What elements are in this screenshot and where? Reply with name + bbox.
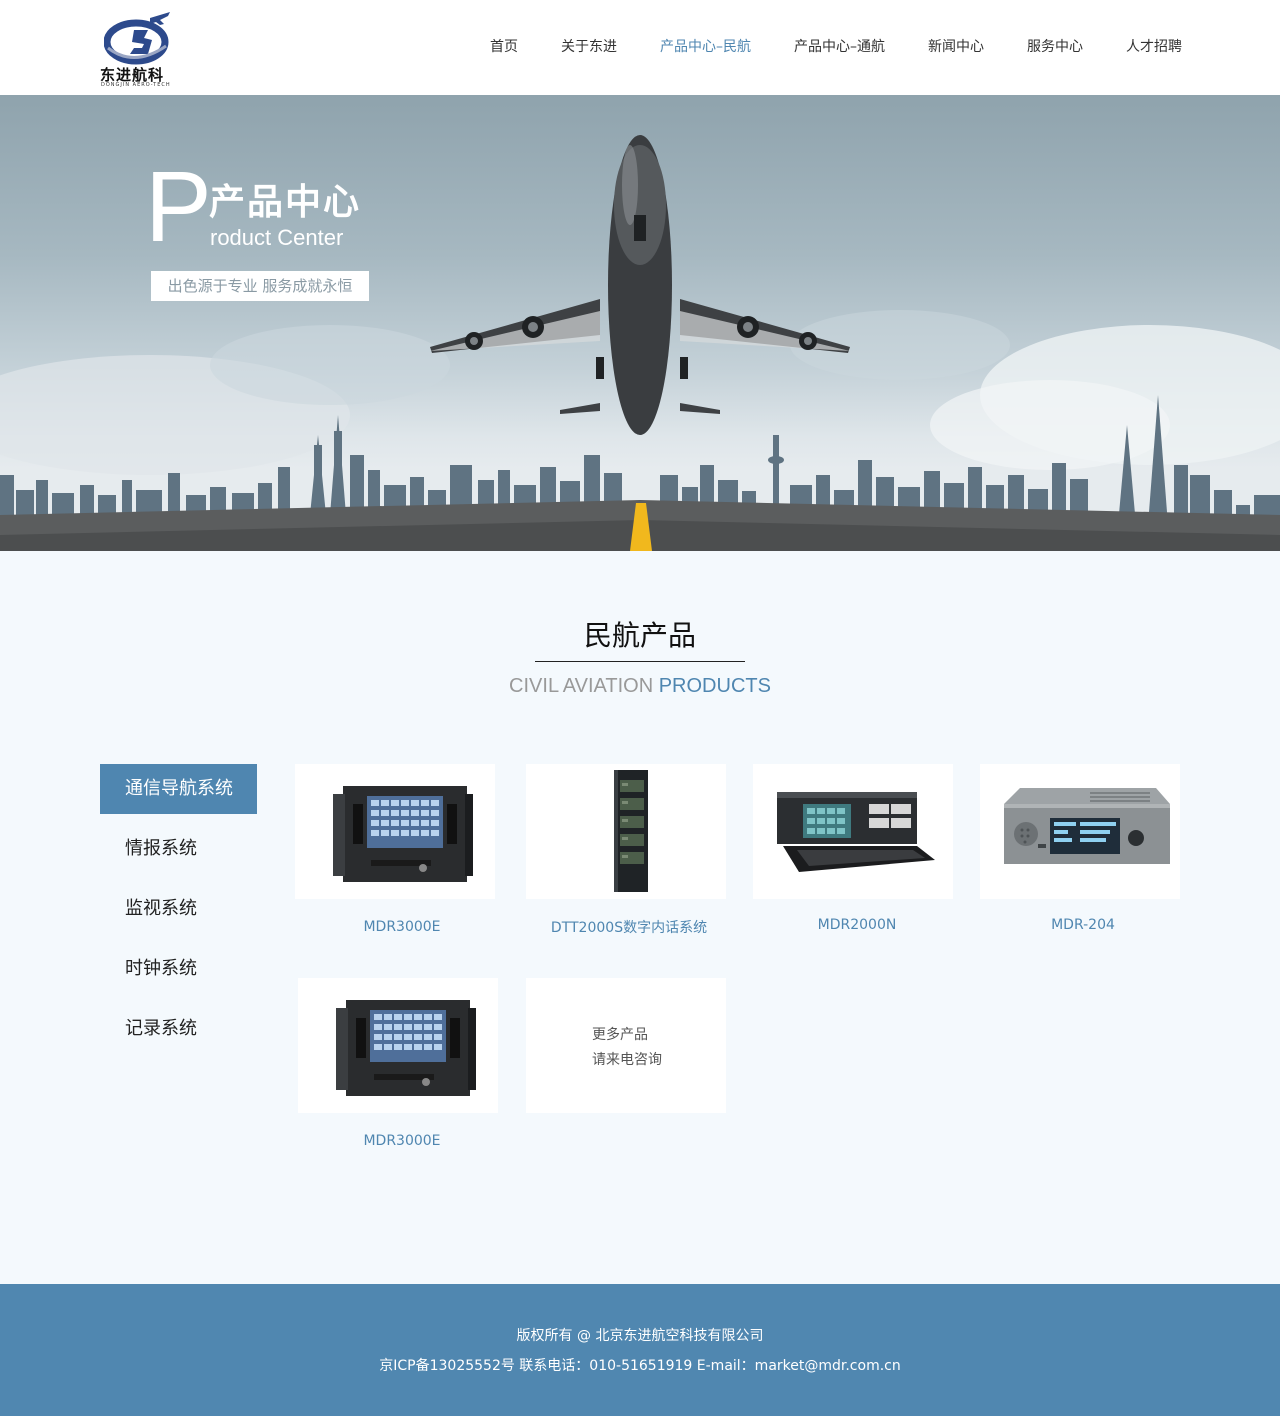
product-name[interactable]: MDR3000E xyxy=(292,919,512,935)
footer-copyright: 版权所有 @ 北京东进航空科技有限公司 xyxy=(516,1328,764,1344)
banner-big-letter: P xyxy=(145,151,212,263)
product-image-rack-recorder xyxy=(333,786,473,882)
category-sidebar: 通信导航系统 情报系统 监视系统 时钟系统 记录系统 xyxy=(100,764,257,1064)
product-card[interactable] xyxy=(298,978,498,1113)
nav-home[interactable]: 首页 xyxy=(490,36,518,56)
sidebar-item-comm-nav[interactable]: 通信导航系统 xyxy=(100,764,257,814)
more-products-text: 更多产品 xyxy=(592,1027,648,1043)
logo-subtext: DONGJIN AERO-TECH xyxy=(101,82,171,88)
hero-banner: P 产品中心 roduct Center 出色源于专业 服务成就永恒 xyxy=(0,95,1280,551)
nav-careers[interactable]: 人才招聘 xyxy=(1126,36,1182,56)
product-name[interactable]: MDR2000N xyxy=(747,917,967,933)
site-header: 东进航科 DONGJIN AERO-TECH 首页 关于东进 产品中心–民航 产… xyxy=(0,0,1280,95)
product-card[interactable] xyxy=(753,764,953,899)
nav-about[interactable]: 关于东进 xyxy=(561,36,617,56)
product-name[interactable]: DTT2000S数字内话系统 xyxy=(519,917,739,937)
nav-products-general[interactable]: 产品中心–通航 xyxy=(794,36,885,56)
product-card[interactable] xyxy=(980,764,1180,899)
sidebar-item-surveillance[interactable]: 监视系统 xyxy=(100,884,257,934)
footer-contact: 京ICP备13025552号 联系电话：010-51651919 E-mail：… xyxy=(379,1358,901,1374)
product-card[interactable] xyxy=(295,764,495,899)
more-products-card: 更多产品 请来电咨询 xyxy=(526,978,726,1113)
nav-products-civil[interactable]: 产品中心–民航 xyxy=(660,36,751,56)
company-logo[interactable]: 东进航科 DONGJIN AERO-TECH xyxy=(100,8,180,88)
product-image-rack-recorder xyxy=(336,1000,476,1096)
banner-title-en: roduct Center xyxy=(210,225,344,250)
product-name[interactable]: MDR3000E xyxy=(292,1133,512,1149)
nav-news[interactable]: 新闻中心 xyxy=(928,36,984,56)
section-subtitle: CIVIL AVIATION PRODUCTS xyxy=(0,675,1280,698)
sidebar-item-clock[interactable]: 时钟系统 xyxy=(100,944,257,994)
banner-title-cn: 产品中心 xyxy=(209,182,362,223)
product-image-rack-console xyxy=(777,792,935,872)
airplane-graphic xyxy=(430,135,850,435)
call-inquiry-text: 请来电咨询 xyxy=(592,1052,662,1068)
section-title: 民航产品 xyxy=(583,619,696,652)
main-nav: 首页 关于东进 产品中心–民航 产品中心–通航 新闻中心 服务中心 人才招聘 xyxy=(447,36,1182,56)
product-image-tall-cabinet xyxy=(614,770,648,892)
site-footer: 版权所有 @ 北京东进航空科技有限公司 京ICP备13025552号 联系电话：… xyxy=(0,1284,1280,1416)
section-subtitle-gray: CIVIL AVIATION xyxy=(509,675,659,697)
product-image-rack-panel xyxy=(1004,788,1170,864)
product-card[interactable] xyxy=(526,764,726,899)
logo-icon xyxy=(104,12,170,65)
product-name[interactable]: MDR-204 xyxy=(973,917,1193,933)
banner-tagline: 出色源于专业 服务成就永恒 xyxy=(151,271,369,301)
sidebar-item-recording[interactable]: 记录系统 xyxy=(100,1004,257,1054)
section-divider xyxy=(535,661,745,662)
sidebar-item-info[interactable]: 情报系统 xyxy=(100,824,257,874)
nav-service[interactable]: 服务中心 xyxy=(1027,36,1083,56)
section-subtitle-blue: PRODUCTS xyxy=(658,675,771,697)
